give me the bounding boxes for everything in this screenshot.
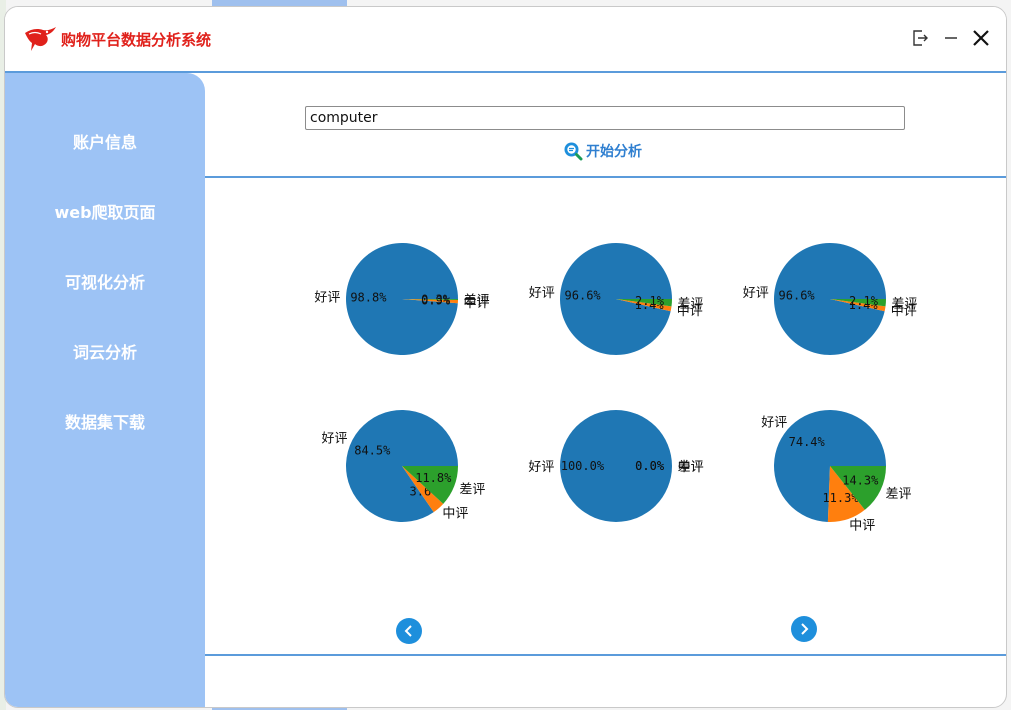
pie-percent-label: 2.1% (635, 294, 665, 308)
pie-category-label: 差评 (678, 297, 704, 312)
pie-percent-label: 11.8% (415, 471, 452, 485)
logout-button[interactable] (907, 25, 933, 51)
pie-charts-area: 98.8%好评 0.9% 中评0.3% 差评 96.6%好评1.4% 中评2.1% 差评96… (314, 242, 918, 534)
pie-category-label: 好评 (529, 286, 555, 301)
pie-chart-5: 100.0%好评 0.0% 中评0.0% 差评 (528, 410, 704, 522)
minimize-icon (945, 37, 957, 39)
sidebar-item-dataset-download[interactable]: 数据集下载 (5, 409, 205, 433)
pie-category-label: 好评 (321, 431, 347, 446)
pie-category-label: 差评 (678, 460, 704, 475)
pie-percent-label: 84.5% (354, 443, 391, 457)
bird-logo-icon (25, 27, 56, 51)
next-page-button[interactable] (791, 616, 817, 642)
pie-category-label: 好评 (761, 416, 787, 431)
sidebar: 账户信息 web爬取页面 可视化分析 词云分析 数据集下载 (5, 73, 205, 707)
minimize-button[interactable] (938, 25, 964, 51)
pie-percent-label: 2.1% (849, 294, 879, 308)
prev-page-button[interactable] (396, 618, 422, 644)
main-panel: 开始分析 98.8%好评0.9%中评0.3%差评96.6%好评1.4%中评2.1… (205, 73, 1006, 707)
pie-percent-label: 100.0% (561, 459, 605, 473)
pie-percent-label: 98.8% (350, 291, 387, 305)
sidebar-item-account[interactable]: 账户信息 (5, 129, 205, 153)
sidebar-item-web-crawl[interactable]: web爬取页面 (5, 199, 205, 223)
pie-category-label: 差评 (892, 297, 918, 312)
app-title: 购物平台数据分析系统 (61, 31, 212, 49)
pie-chart-3: 96.6%好评1.4% 中评2.1% 差评 (743, 242, 918, 355)
close-button[interactable] (968, 25, 994, 51)
sidebar-item-visual-analysis[interactable]: 可视化分析 (5, 269, 205, 293)
pie-percent-label: 0.0% (635, 459, 665, 473)
pie-category-label: 差评 (886, 487, 912, 502)
pie-category-label: 差评 (464, 294, 490, 309)
pie-chart-4: 84.5%好评3.6%中评11.8%差评 (321, 409, 485, 522)
chevron-right-icon (801, 623, 809, 635)
pie-percent-label: 96.6% (565, 288, 602, 302)
sidebar-item-word-cloud[interactable]: 词云分析 (5, 339, 205, 363)
bottom-divider (205, 654, 1006, 656)
pie-category-label: 好评 (528, 460, 554, 475)
pie-category-label: 好评 (743, 286, 769, 301)
pie-chart-1: 98.8%好评 0.9% 中评0.3% 差评 (314, 242, 490, 355)
logout-icon (913, 30, 928, 46)
pie-category-label: 中评 (442, 507, 468, 522)
pie-category-label: 差评 (459, 482, 485, 497)
app-window: 购物平台数据分析系统 账户信息 web爬取页面 可视化分析 词云分析 数据集下载 (4, 6, 1007, 708)
pie-chart-6: 74.4%好评11.3%中评14.3%差评 (761, 409, 912, 534)
pie-category-label: 中评 (849, 519, 875, 534)
pie-percent-label: 14.3% (842, 474, 879, 488)
title-bar: 购物平台数据分析系统 (5, 7, 1006, 71)
close-icon (973, 30, 989, 46)
pie-percent-label: 74.4% (789, 435, 826, 449)
pie-category-label: 好评 (314, 291, 340, 306)
pie-percent-label: 96.6% (779, 288, 816, 302)
pie-percent-label: 0.3% (421, 292, 451, 306)
chevron-left-icon (404, 625, 412, 637)
pie-chart-2: 96.6%好评1.4% 中评2.1% 差评 (529, 242, 704, 355)
